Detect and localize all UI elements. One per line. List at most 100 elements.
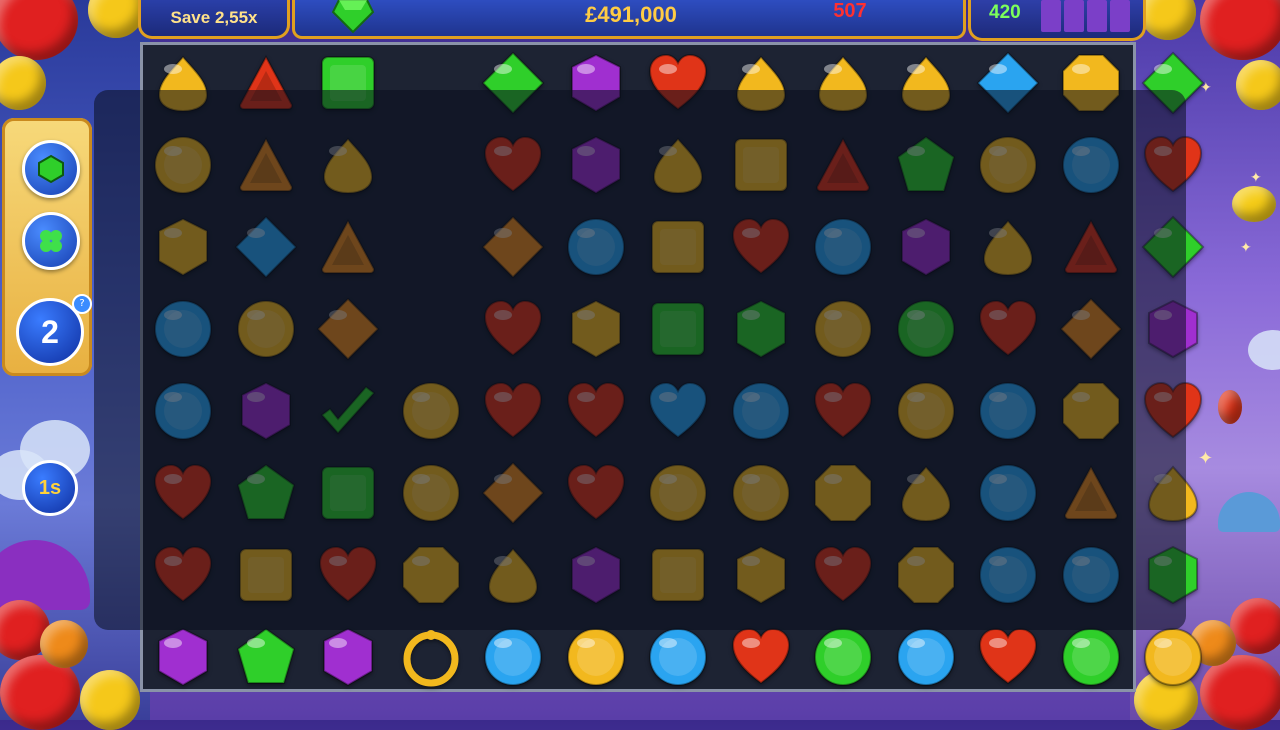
help-badge[interactable]: ? xyxy=(72,294,92,314)
orange-diamond-gem[interactable] xyxy=(307,288,389,370)
red-heart-gem[interactable] xyxy=(142,452,224,534)
red-heart-gem[interactable] xyxy=(472,370,554,452)
yellow-drop-gem[interactable] xyxy=(307,124,389,206)
yellow-hexagon-gem[interactable] xyxy=(555,288,637,370)
yellow-circle-gem[interactable] xyxy=(720,452,802,534)
yellow-drop-gem[interactable] xyxy=(802,42,884,124)
blue-circle-gem[interactable] xyxy=(1050,534,1132,616)
red-heart-gem[interactable] xyxy=(637,42,719,124)
yellow-octagon-gem[interactable] xyxy=(390,534,472,616)
blue-circle-gem[interactable] xyxy=(142,288,224,370)
yellow-octagon-gem[interactable] xyxy=(1050,370,1132,452)
save-multiplier-panel[interactable]: Save 2,55x xyxy=(138,0,290,39)
red-heart-gem[interactable] xyxy=(967,616,1049,698)
green-square-gem[interactable] xyxy=(307,452,389,534)
blue-circle-gem[interactable] xyxy=(885,616,967,698)
purple-hexagon-gem[interactable] xyxy=(1132,288,1214,370)
orange-triangle-gem[interactable] xyxy=(225,124,307,206)
red-heart-gem[interactable] xyxy=(720,206,802,288)
yellow-circle-gem[interactable] xyxy=(637,452,719,534)
yellow-circle-gem[interactable] xyxy=(555,616,637,698)
yellow-drop-gem[interactable] xyxy=(885,42,967,124)
blue-circle-gem[interactable] xyxy=(142,370,224,452)
blue-circle-gem[interactable] xyxy=(472,616,554,698)
purple-hexagon-gem[interactable] xyxy=(225,370,307,452)
clover-booster-button[interactable] xyxy=(22,212,80,270)
blue-diamond-gem[interactable] xyxy=(225,206,307,288)
red-triangle-gem[interactable] xyxy=(802,124,884,206)
blue-circle-gem[interactable] xyxy=(967,534,1049,616)
green-hexagon-gem[interactable] xyxy=(1132,534,1214,616)
green-circle-gem[interactable] xyxy=(802,616,884,698)
orange-triangle-gem[interactable] xyxy=(307,206,389,288)
red-heart-gem[interactable] xyxy=(472,124,554,206)
yellow-circle-gem[interactable] xyxy=(802,288,884,370)
yellow-octagon-gem[interactable] xyxy=(885,534,967,616)
green-square-gem[interactable] xyxy=(637,288,719,370)
yellow-octagon-gem[interactable] xyxy=(802,452,884,534)
green-circle-gem[interactable] xyxy=(1050,616,1132,698)
purple-hexagon-gem[interactable] xyxy=(555,124,637,206)
red-triangle-gem[interactable] xyxy=(225,42,307,124)
yellow-drop-gem[interactable] xyxy=(472,534,554,616)
yellow-octagon-gem[interactable] xyxy=(1050,42,1132,124)
yellow-ring-gem[interactable] xyxy=(390,616,472,698)
red-heart-gem[interactable] xyxy=(555,370,637,452)
purple-hexagon-gem[interactable] xyxy=(885,206,967,288)
yellow-hexagon-gem[interactable] xyxy=(142,206,224,288)
timer-badge[interactable]: 1s xyxy=(22,460,78,516)
red-heart-gem[interactable] xyxy=(307,534,389,616)
gem-booster-button[interactable] xyxy=(22,140,80,198)
yellow-drop-gem[interactable] xyxy=(885,452,967,534)
yellow-circle-gem[interactable] xyxy=(225,288,307,370)
orange-diamond-gem[interactable] xyxy=(1050,288,1132,370)
yellow-drop-gem[interactable] xyxy=(142,42,224,124)
red-heart-gem[interactable] xyxy=(1132,370,1214,452)
orange-diamond-gem[interactable] xyxy=(472,452,554,534)
yellow-hexagon-gem[interactable] xyxy=(720,534,802,616)
red-heart-gem[interactable] xyxy=(967,288,1049,370)
yellow-circle-gem[interactable] xyxy=(885,370,967,452)
blue-circle-gem[interactable] xyxy=(555,206,637,288)
green-hexagon-gem[interactable] xyxy=(720,288,802,370)
blue-circle-gem[interactable] xyxy=(637,616,719,698)
red-heart-gem[interactable] xyxy=(802,534,884,616)
yellow-circle-gem[interactable] xyxy=(390,370,472,452)
orange-triangle-gem[interactable] xyxy=(1050,452,1132,534)
blue-circle-gem[interactable] xyxy=(967,370,1049,452)
green-pentagon-gem[interactable] xyxy=(225,452,307,534)
yellow-square-gem[interactable] xyxy=(637,534,719,616)
green-diamond-gem[interactable] xyxy=(472,42,554,124)
yellow-drop-gem[interactable] xyxy=(637,124,719,206)
green-circle-gem[interactable] xyxy=(885,288,967,370)
yellow-circle-gem[interactable] xyxy=(1132,616,1214,698)
green-diamond-gem[interactable] xyxy=(1132,42,1214,124)
red-triangle-gem[interactable] xyxy=(1050,206,1132,288)
red-heart-gem[interactable] xyxy=(1132,124,1214,206)
purple-hexagon-gem[interactable] xyxy=(307,616,389,698)
purple-hexagon-gem[interactable] xyxy=(555,42,637,124)
yellow-drop-gem[interactable] xyxy=(1132,452,1214,534)
orange-diamond-gem[interactable] xyxy=(472,206,554,288)
yellow-square-gem[interactable] xyxy=(225,534,307,616)
yellow-square-gem[interactable] xyxy=(720,124,802,206)
red-heart-gem[interactable] xyxy=(472,288,554,370)
yellow-circle-gem[interactable] xyxy=(142,124,224,206)
green-check-gem[interactable] xyxy=(307,370,389,452)
yellow-circle-gem[interactable] xyxy=(967,124,1049,206)
blue-circle-gem[interactable] xyxy=(1050,124,1132,206)
yellow-drop-gem[interactable] xyxy=(967,206,1049,288)
blue-heart-gem[interactable] xyxy=(637,370,719,452)
yellow-circle-gem[interactable] xyxy=(390,452,472,534)
green-pentagon-gem[interactable] xyxy=(885,124,967,206)
yellow-square-gem[interactable] xyxy=(637,206,719,288)
green-diamond-gem[interactable] xyxy=(1132,206,1214,288)
green-pentagon-gem[interactable] xyxy=(225,616,307,698)
blue-circle-gem[interactable] xyxy=(802,206,884,288)
red-heart-gem[interactable] xyxy=(555,452,637,534)
purple-hexagon-gem[interactable] xyxy=(555,534,637,616)
yellow-drop-gem[interactable] xyxy=(720,42,802,124)
blue-circle-gem[interactable] xyxy=(967,452,1049,534)
purple-hexagon-gem[interactable] xyxy=(142,616,224,698)
blue-circle-gem[interactable] xyxy=(720,370,802,452)
